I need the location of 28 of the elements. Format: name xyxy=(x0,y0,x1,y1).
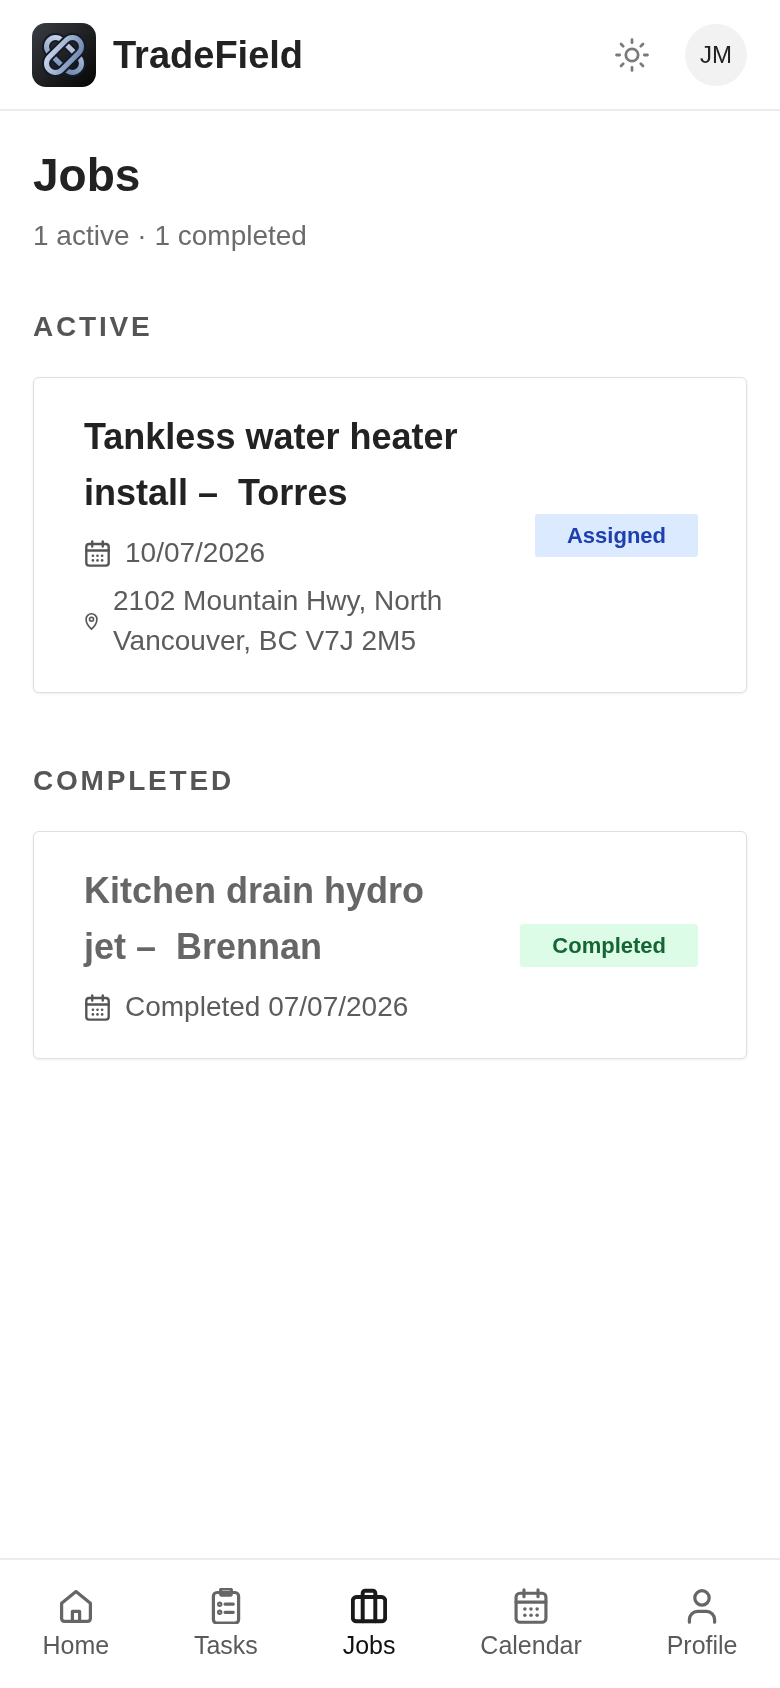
sun-icon[interactable] xyxy=(615,37,649,72)
calendar-icon xyxy=(84,539,111,567)
job-card[interactable]: Tankless water heater install – Torres 10/07/2026 2102 Mountain Hwy, North Vancouver, BC V7J 2M5 Assigned xyxy=(33,377,747,693)
page-title: Jobs xyxy=(33,148,142,203)
app-title: TradeField xyxy=(113,32,304,78)
status-badge: Completed xyxy=(520,923,698,967)
avatar-button[interactable]: JM xyxy=(685,23,747,86)
job-date: Completed 07/07/2026 xyxy=(125,990,409,1024)
nav-tab[interactable]: Tasks xyxy=(193,1588,258,1660)
job-card[interactable]: Kitchen drain hydro jet – Brennan Completed 07/07/2026 Completed xyxy=(33,831,747,1059)
nav-tab[interactable]: Calendar xyxy=(480,1588,582,1660)
job-date: 10/07/2026 xyxy=(125,536,266,570)
section-heading: COMPLETED xyxy=(33,764,235,798)
job-title: Kitchen drain hydro jet – Brennan xyxy=(84,869,426,969)
job-address: 2102 Mountain Hwy, North Vancouver, BC V7J 2M5 xyxy=(113,584,444,658)
calendar-icon[interactable] xyxy=(513,1588,550,1624)
briefcase-icon[interactable] xyxy=(351,1588,388,1624)
logo-icon xyxy=(32,22,96,87)
calendar-icon xyxy=(84,993,111,1021)
home-icon[interactable] xyxy=(57,1588,94,1624)
nav-tab[interactable]: Home xyxy=(42,1588,110,1660)
nav-tab[interactable]: Jobs xyxy=(342,1588,396,1660)
nav-tab[interactable]: Profile xyxy=(666,1588,738,1660)
job-title: Tankless water heater install – Torres xyxy=(84,415,459,515)
job-summary: 1 active · 1 completed xyxy=(33,219,308,253)
location-pin-icon xyxy=(84,612,99,630)
section-heading: ACTIVE xyxy=(33,310,154,344)
status-badge: Assigned xyxy=(534,513,698,557)
